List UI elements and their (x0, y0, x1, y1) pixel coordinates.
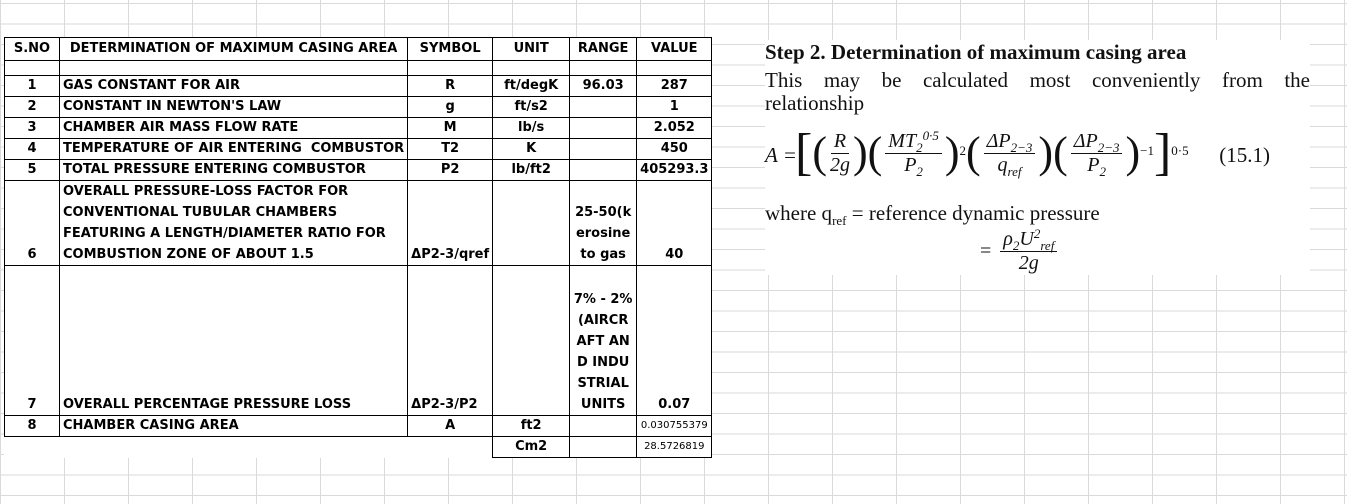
empty-cell[interactable] (5, 437, 60, 458)
cell-sno[interactable]: 5 (4, 159, 60, 181)
cell-description[interactable]: CHAMBER CASING AREA (58, 415, 409, 437)
cell-range[interactable] (569, 415, 638, 437)
cell-description[interactable]: OVERALL PERCENTAGE PRESSURE LOSS (58, 265, 409, 416)
cell-value[interactable]: 287 (636, 75, 713, 97)
where-rest: = reference dynamic pressure (846, 201, 1100, 225)
cell-range[interactable] (569, 159, 638, 181)
cell-unit[interactable]: lb/ft2 (492, 159, 571, 181)
cell-value[interactable]: 2.052 (636, 117, 713, 139)
cell-unit[interactable] (492, 265, 571, 416)
cell-unit[interactable]: lb/s (492, 117, 571, 139)
cell-unit[interactable]: K (492, 138, 571, 160)
cell-range[interactable]: 25-50(kerosine to gas (569, 180, 638, 266)
table-row: 7 OVERALL PERCENTAGE PRESSURE LOSS ΔP2-3… (4, 265, 713, 416)
cell-range[interactable] (569, 117, 638, 139)
cell-symbol[interactable]: ΔP2-3/qref (407, 180, 494, 266)
table-row: Cm2 28.5726819 (5, 436, 713, 458)
casing-area-formula: A = [ ( R 2g ) ( MT20·5 P2 ) 2 ( ΔP2−3 qref … (765, 121, 1310, 193)
cell-value[interactable]: 28.5726819 (636, 436, 713, 458)
header-sno[interactable]: S.NO (4, 37, 60, 61)
formula-body: [ ( R 2g ) ( MT20·5 P2 ) 2 ( ΔP2−3 qref ) ( … (795, 124, 1189, 181)
blank-cell[interactable] (4, 60, 60, 76)
cell-value[interactable]: 450 (636, 138, 713, 160)
header-row: S.NO DETERMINATION OF MAXIMUM CASING ARE… (4, 37, 713, 61)
cell-symbol[interactable]: g (407, 96, 494, 118)
cell-symbol[interactable]: R (407, 75, 494, 97)
header-description[interactable]: DETERMINATION OF MAXIMUM CASING AREA (58, 37, 409, 61)
cell-value[interactable]: 0.030755379 (636, 415, 713, 437)
blank-row (4, 60, 713, 76)
where-line: where qref = reference dynamic pressure (765, 201, 1310, 228)
cell-symbol[interactable]: ΔP2-3/P2 (407, 265, 494, 416)
cell-sno[interactable]: 6 (4, 180, 60, 266)
cell-symbol[interactable]: M (407, 117, 494, 139)
cell-sno[interactable]: 7 (4, 265, 60, 416)
cell-description[interactable]: TOTAL PRESSURE ENTERING COMBUSTOR (58, 159, 409, 181)
header-range[interactable]: RANGE (569, 37, 638, 61)
cell-sno[interactable]: 3 (4, 117, 60, 139)
cell-unit[interactable]: ft2 (492, 415, 571, 437)
cell-symbol[interactable]: T2 (407, 138, 494, 160)
blank-cell[interactable] (407, 60, 494, 76)
table-row: 5 TOTAL PRESSURE ENTERING COMBUSTOR P2 l… (4, 159, 713, 181)
blank-cell[interactable] (636, 60, 713, 76)
spreadsheet-table: S.NO DETERMINATION OF MAXIMUM CASING ARE… (4, 37, 713, 458)
cell-range[interactable] (569, 436, 638, 458)
cell-unit[interactable]: ft/degK (492, 75, 571, 97)
formula-lhs: A = (765, 143, 797, 167)
cell-description[interactable]: TEMPERATURE OF AIR ENTERING COMBUSTOR (58, 138, 409, 160)
cell-unit[interactable] (492, 180, 571, 266)
cell-description[interactable]: CHAMBER AIR MASS FLOW RATE (58, 117, 409, 139)
table-row: 2 CONSTANT IN NEWTON'S LAW g ft/s2 1 (4, 96, 713, 118)
cell-sno[interactable]: 1 (4, 75, 60, 97)
table-row: 8 CHAMBER CASING AREA A ft2 0.030755379 (4, 415, 713, 437)
cell-description[interactable]: OVERALL PRESSURE-LOSS FACTOR FOR CONVENT… (58, 180, 409, 266)
cell-sno[interactable]: 8 (4, 415, 60, 437)
cell-range[interactable]: 7% - 2%(AIRCRAFT AND INDUSTRIAL UNITS (569, 265, 638, 416)
empty-cell[interactable] (408, 437, 493, 458)
table-row: 6 OVERALL PRESSURE-LOSS FACTOR FOR CONVE… (4, 180, 713, 266)
table-row: 3 CHAMBER AIR MASS FLOW RATE M lb/s 2.05… (4, 117, 713, 139)
cell-unit[interactable]: ft/s2 (492, 96, 571, 118)
cell-range[interactable] (569, 138, 638, 160)
where-subscript: ref (832, 213, 847, 228)
step-heading: Step 2. Determination of maximum casing … (765, 40, 1187, 64)
cell-symbol[interactable]: A (407, 415, 494, 437)
cell-description[interactable]: GAS CONSTANT FOR AIR (58, 75, 409, 97)
table-row: 1 GAS CONSTANT FOR AIR R ft/degK 96.03 2… (4, 75, 713, 97)
cell-sno[interactable]: 4 (4, 138, 60, 160)
cell-range[interactable]: 96.03 (569, 75, 638, 97)
cell-value[interactable]: 40 (636, 180, 713, 266)
header-value[interactable]: VALUE (636, 37, 713, 61)
cell-value[interactable]: 405293.3 (636, 159, 713, 181)
cell-value[interactable]: 1 (636, 96, 713, 118)
blank-cell[interactable] (492, 60, 571, 76)
header-unit[interactable]: UNIT (492, 37, 571, 61)
table-row: 4 TEMPERATURE OF AIR ENTERING COMBUSTOR … (4, 138, 713, 160)
empty-cell[interactable] (60, 437, 408, 458)
dynamic-pressure-formula: = ρ2U2ref 2g (980, 226, 1310, 275)
where-text: where q (765, 201, 833, 225)
cell-unit[interactable]: Cm2 (492, 436, 571, 458)
blank-cell[interactable] (569, 60, 638, 76)
cell-value[interactable]: 0.07 (636, 265, 713, 416)
cell-sno[interactable]: 2 (4, 96, 60, 118)
equation-number: (15.1) (1219, 143, 1270, 167)
cell-description[interactable]: CONSTANT IN NEWTON'S LAW (58, 96, 409, 118)
intro-paragraph: This may be calculated most conveniently… (765, 68, 1310, 115)
blank-cell[interactable] (58, 60, 409, 76)
pasted-textbook-image: Step 2. Determination of maximum casing … (765, 40, 1310, 275)
header-symbol[interactable]: SYMBOL (407, 37, 494, 61)
cell-range[interactable] (569, 96, 638, 118)
cell-symbol[interactable]: P2 (407, 159, 494, 181)
